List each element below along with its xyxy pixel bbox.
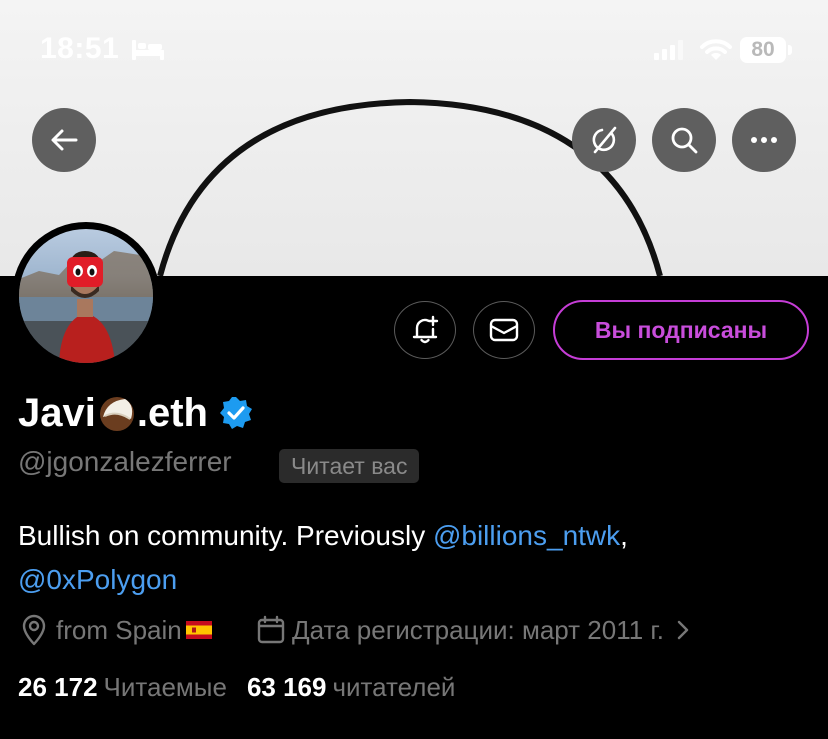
location-text: from Spain	[56, 614, 182, 645]
notifications-button[interactable]	[394, 301, 456, 359]
battery-indicator: 80	[740, 37, 786, 63]
display-name: Javi .eth	[18, 388, 254, 438]
join-date[interactable]: Дата регистрации: март 2011 г.	[256, 612, 692, 648]
coconut-emoji-icon	[99, 397, 134, 431]
chevron-right-icon	[677, 620, 689, 640]
status-time: 18:51	[40, 32, 120, 65]
message-button[interactable]	[473, 301, 535, 359]
more-button[interactable]	[732, 108, 796, 172]
cellular-signal-icon	[654, 40, 683, 60]
avatar-photo	[19, 229, 153, 363]
back-button[interactable]	[32, 108, 96, 172]
location: from Spain	[20, 612, 212, 648]
battery-tip	[788, 45, 792, 55]
follows-you-badge: Читает вас	[279, 449, 420, 483]
sleep-focus-icon	[132, 40, 164, 60]
search-icon	[671, 127, 698, 154]
following-link[interactable]: 26 172 Читаемые	[18, 672, 227, 703]
following-button[interactable]: Вы подписаны	[553, 300, 809, 360]
bio-separator: ,	[620, 520, 628, 551]
display-name-prefix: Javi	[18, 390, 96, 435]
following-count: 26 172	[18, 672, 98, 702]
bio-text: Bullish on community. Previously	[18, 520, 433, 551]
display-name-suffix: .eth	[136, 390, 208, 435]
followers-label: читателей	[332, 672, 456, 702]
bio-mention-billions[interactable]: @billions_ntwk	[433, 520, 620, 551]
bio: Bullish on community. Previously @billio…	[18, 514, 808, 602]
bio-mention-polygon[interactable]: @0xPolygon	[18, 564, 177, 595]
search-button[interactable]	[652, 108, 716, 172]
more-icon	[751, 137, 777, 143]
wifi-icon	[700, 39, 732, 60]
verified-badge-icon[interactable]	[218, 395, 254, 431]
following-label: Читаемые	[103, 672, 227, 702]
follow-counts: 26 172 Читаемые 63 169 читателей	[18, 672, 455, 703]
calendar-icon	[257, 615, 285, 644]
avatar-photo-graphic	[19, 251, 153, 363]
notification-bell-icon	[412, 315, 439, 344]
location-pin-icon	[22, 614, 46, 646]
followers-link[interactable]: 63 169 читателей	[247, 672, 455, 703]
join-date-text: Дата регистрации: март 2011 г.	[292, 614, 664, 645]
battery-level: 80	[751, 38, 775, 61]
message-icon	[489, 318, 519, 342]
followers-count: 63 169	[246, 672, 327, 702]
spain-flag-icon	[185, 621, 212, 639]
handle: @jgonzalezferrer	[18, 446, 232, 477]
back-arrow-icon	[51, 129, 78, 151]
grok-icon	[592, 126, 617, 154]
grok-button[interactable]	[572, 108, 636, 172]
avatar[interactable]	[12, 222, 160, 370]
status-bar: 18:51 80	[0, 0, 828, 100]
